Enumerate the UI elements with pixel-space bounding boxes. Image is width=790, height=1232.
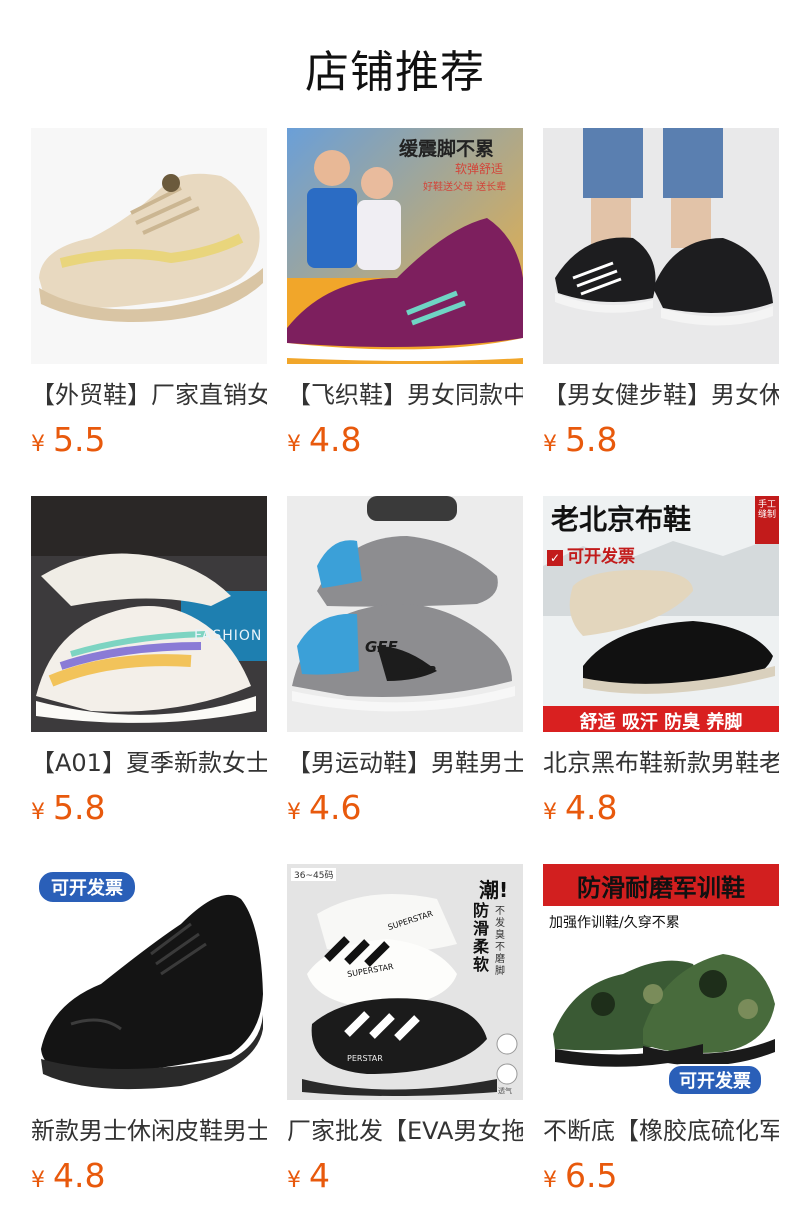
product-card[interactable]: 防滑耐磨军训鞋 加强作训鞋/久穿不累 可开发票 不断底【橡胶底硫化军训鞋】 ¥ … bbox=[543, 864, 779, 1232]
price-value: 4.8 bbox=[53, 1156, 106, 1195]
promo-vertical2: 不发臭 不磨脚 bbox=[495, 906, 505, 977]
product-card[interactable]: 可开发票 新款男士休闲皮鞋男士商务 ¥ 4.8 bbox=[31, 864, 267, 1232]
price-value: 4.8 bbox=[565, 788, 618, 827]
invoice-badge-label: 可开发票 bbox=[567, 547, 635, 567]
check-icon: ✓ bbox=[547, 550, 563, 566]
product-image-beige-sneaker[interactable] bbox=[31, 128, 267, 364]
price-value: 4.8 bbox=[309, 420, 362, 459]
promo-sub: 软弹舒适 bbox=[455, 162, 504, 176]
shoe-logo-text: GEF bbox=[365, 638, 398, 656]
currency-symbol: ¥ bbox=[31, 1168, 45, 1193]
product-name[interactable]: 不断底【橡胶底硫化军训鞋】 bbox=[543, 1115, 779, 1147]
brand-text-2: PERSTAR bbox=[347, 1054, 383, 1063]
currency-symbol: ¥ bbox=[543, 1168, 557, 1193]
product-name[interactable]: 【飞织鞋】男女同款中老年 bbox=[287, 379, 523, 411]
promo-headline: 潮! bbox=[479, 878, 509, 902]
currency-symbol: ¥ bbox=[31, 432, 45, 457]
product-price: ¥ 4.8 bbox=[287, 420, 361, 460]
currency-symbol: ¥ bbox=[543, 800, 557, 825]
page-title: 店铺推荐 bbox=[305, 47, 485, 98]
handmade-stamp: 手工缝制 bbox=[757, 500, 776, 520]
product-grid: 【外贸鞋】厂家直销女鞋 ¥ 5.5 缓震脚不累 软弹舒适 好鞋送父母 送长辈 bbox=[31, 128, 779, 1232]
product-image-rainbow-sneaker[interactable]: FASHION bbox=[31, 496, 267, 732]
size-label: 36~45码 bbox=[291, 868, 337, 881]
product-image-camo-shoe[interactable]: 防滑耐磨军训鞋 加强作训鞋/久穿不累 可开发票 bbox=[543, 864, 779, 1100]
promo-sub2: 好鞋送父母 送长辈 bbox=[423, 182, 507, 193]
product-price: ¥ 6.5 bbox=[543, 1156, 617, 1196]
price-value: 5.8 bbox=[53, 788, 106, 827]
product-price: ¥ 5.5 bbox=[31, 420, 105, 460]
promo-banner: 舒适 吸汗 防臭 养脚 bbox=[579, 712, 743, 732]
product-name[interactable]: 【外贸鞋】厂家直销女鞋 bbox=[31, 379, 267, 411]
shoe-side-text: AIP bbox=[415, 664, 436, 677]
currency-symbol: ¥ bbox=[543, 432, 557, 457]
product-image-eva-slippers[interactable]: 36~45码 潮! 防滑柔软 不发臭 不磨脚 SUPERSTAR PERSTAR… bbox=[287, 864, 523, 1100]
invoice-badge: 可开发票 bbox=[667, 1064, 763, 1096]
breathable-label: 透气 bbox=[498, 1087, 512, 1095]
product-card[interactable]: 缓震脚不累 软弹舒适 好鞋送父母 送长辈 【飞织鞋】男女同款中老年 ¥ 4.8 bbox=[287, 128, 523, 496]
product-card[interactable]: FASHION 【A01】夏季新款女士运动鞋 ¥ 5.8 bbox=[31, 496, 267, 864]
product-name[interactable]: 【A01】夏季新款女士运动鞋 bbox=[31, 747, 267, 779]
price-value: 5.5 bbox=[53, 420, 106, 459]
currency-symbol: ¥ bbox=[287, 432, 301, 457]
product-image-black-leather-shoe[interactable]: 可开发票 bbox=[31, 864, 267, 1100]
product-name[interactable]: 【男女健步鞋】男女休闲鞋 bbox=[543, 379, 779, 411]
product-price: ¥ 4.8 bbox=[543, 788, 617, 828]
product-price: ¥ 4.6 bbox=[287, 788, 361, 828]
product-card[interactable]: 【男女健步鞋】男女休闲鞋 ¥ 5.8 bbox=[543, 128, 779, 496]
promo-headline: 缓震脚不累 bbox=[399, 138, 495, 160]
product-card[interactable]: 老北京布鞋 手工缝制 ✓可开发票 舒适 吸汗 防臭 养脚 北京黑布鞋新款男鞋老北… bbox=[543, 496, 779, 864]
product-name[interactable]: 厂家批发【EVA男女拖鞋】 bbox=[287, 1115, 523, 1147]
invoice-badge: ✓ 可开发票 bbox=[547, 542, 635, 567]
price-value: 6.5 bbox=[565, 1156, 618, 1195]
product-image-grey-sport-shoe[interactable]: GEF AIP bbox=[287, 496, 523, 732]
currency-symbol: ¥ bbox=[287, 1168, 301, 1193]
product-image-black-cloth-shoe[interactable]: 老北京布鞋 手工缝制 ✓ 可开发票 舒适 吸汗 防臭 养脚 bbox=[543, 496, 779, 732]
product-price: ¥ 4 bbox=[287, 1156, 330, 1196]
product-name[interactable]: 新款男士休闲皮鞋男士商务 bbox=[31, 1115, 267, 1147]
product-price: ¥ 5.8 bbox=[31, 788, 105, 828]
box-text: FASHION bbox=[194, 628, 263, 644]
currency-symbol: ¥ bbox=[31, 800, 45, 825]
price-value: 4 bbox=[309, 1156, 330, 1195]
product-card[interactable]: GEF AIP 【男运动鞋】男鞋男士休闲 ¥ 4.6 bbox=[287, 496, 523, 864]
product-price: ¥ 5.8 bbox=[543, 420, 617, 460]
product-card[interactable]: 36~45码 潮! 防滑柔软 不发臭 不磨脚 SUPERSTAR PERSTAR… bbox=[287, 864, 523, 1232]
product-card[interactable]: 【外贸鞋】厂家直销女鞋 ¥ 5.5 bbox=[31, 128, 267, 496]
price-value: 5.8 bbox=[565, 420, 618, 459]
promo-headline: 老北京布鞋 bbox=[551, 503, 692, 536]
promo-vertical: 防滑柔软 bbox=[473, 901, 490, 974]
price-value: 4.6 bbox=[309, 788, 362, 827]
promo-headline: 防滑耐磨军训鞋 bbox=[577, 874, 745, 902]
product-image-purple-sneaker[interactable]: 缓震脚不累 软弹舒适 好鞋送父母 送长辈 bbox=[287, 128, 523, 364]
currency-symbol: ¥ bbox=[287, 800, 301, 825]
product-image-black-walking-shoe[interactable] bbox=[543, 128, 779, 364]
product-name[interactable]: 北京黑布鞋新款男鞋老北京 bbox=[543, 747, 779, 779]
invoice-badge: 可开发票 bbox=[37, 870, 137, 904]
product-name[interactable]: 【男运动鞋】男鞋男士休闲 bbox=[287, 747, 523, 779]
product-price: ¥ 4.8 bbox=[31, 1156, 105, 1196]
promo-sub: 加强作训鞋/久穿不累 bbox=[549, 915, 680, 931]
